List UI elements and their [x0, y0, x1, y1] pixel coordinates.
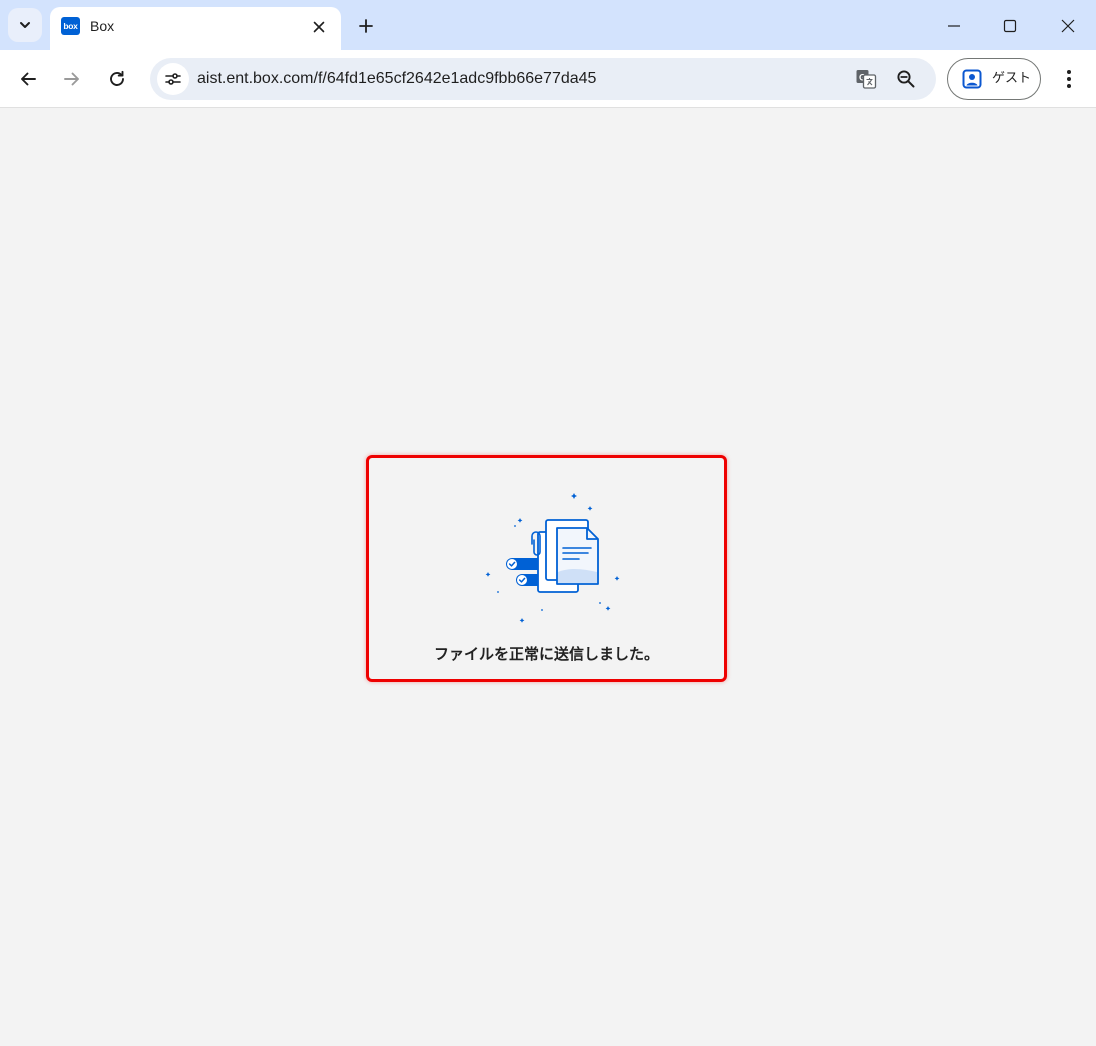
tab-title: Box — [90, 18, 115, 34]
box-favicon-icon: box — [61, 17, 80, 35]
forward-arrow-icon — [64, 72, 79, 86]
minimize-icon — [948, 25, 960, 27]
zoom-button[interactable] — [892, 65, 920, 93]
site-info-button[interactable] — [157, 63, 189, 95]
new-tab-button[interactable] — [352, 12, 380, 40]
upload-success-card: ファイルを正常に送信しました。 — [366, 455, 727, 682]
page-content: ファイルを正常に送信しました。 — [0, 108, 1096, 1046]
profile-icon — [962, 69, 982, 89]
reload-button[interactable] — [100, 62, 134, 96]
file-upload-success-illustration — [485, 493, 620, 623]
success-message: ファイルを正常に送信しました。 — [433, 645, 659, 663]
translate-icon: G — [856, 70, 877, 89]
site-info-icon — [165, 73, 181, 85]
window-close-button[interactable] — [1046, 8, 1090, 44]
minimize-button[interactable] — [932, 8, 976, 44]
translate-button[interactable]: G — [852, 65, 880, 93]
zoom-out-icon — [897, 70, 915, 88]
url-text[interactable]: aist.ent.box.com/f/64fd1e65cf2642e1adc9f… — [197, 69, 596, 89]
browser-menu-button[interactable] — [1054, 62, 1084, 96]
maximize-icon — [1003, 19, 1017, 33]
browser-toolbar: aist.ent.box.com/f/64fd1e65cf2642e1adc9f… — [0, 50, 1096, 108]
tab-strip: box Box — [0, 0, 1096, 50]
close-icon — [313, 21, 325, 33]
back-button[interactable] — [11, 62, 45, 96]
tab-close-button[interactable] — [308, 16, 330, 38]
more-vert-icon — [1067, 70, 1071, 88]
profile-label: ゲスト — [992, 71, 1032, 86]
plus-icon — [359, 19, 373, 33]
window-close-icon — [1061, 19, 1075, 33]
reload-icon — [110, 70, 124, 86]
back-arrow-icon — [21, 72, 36, 86]
profile-button[interactable]: ゲスト — [947, 58, 1041, 100]
tab-search-chevron-icon — [20, 22, 30, 28]
address-bar[interactable]: aist.ent.box.com/f/64fd1e65cf2642e1adc9f… — [150, 58, 936, 100]
forward-button[interactable] — [55, 62, 89, 96]
maximize-button[interactable] — [988, 8, 1032, 44]
browser-tab[interactable]: box Box — [50, 7, 341, 50]
tab-search-button[interactable] — [8, 8, 42, 42]
